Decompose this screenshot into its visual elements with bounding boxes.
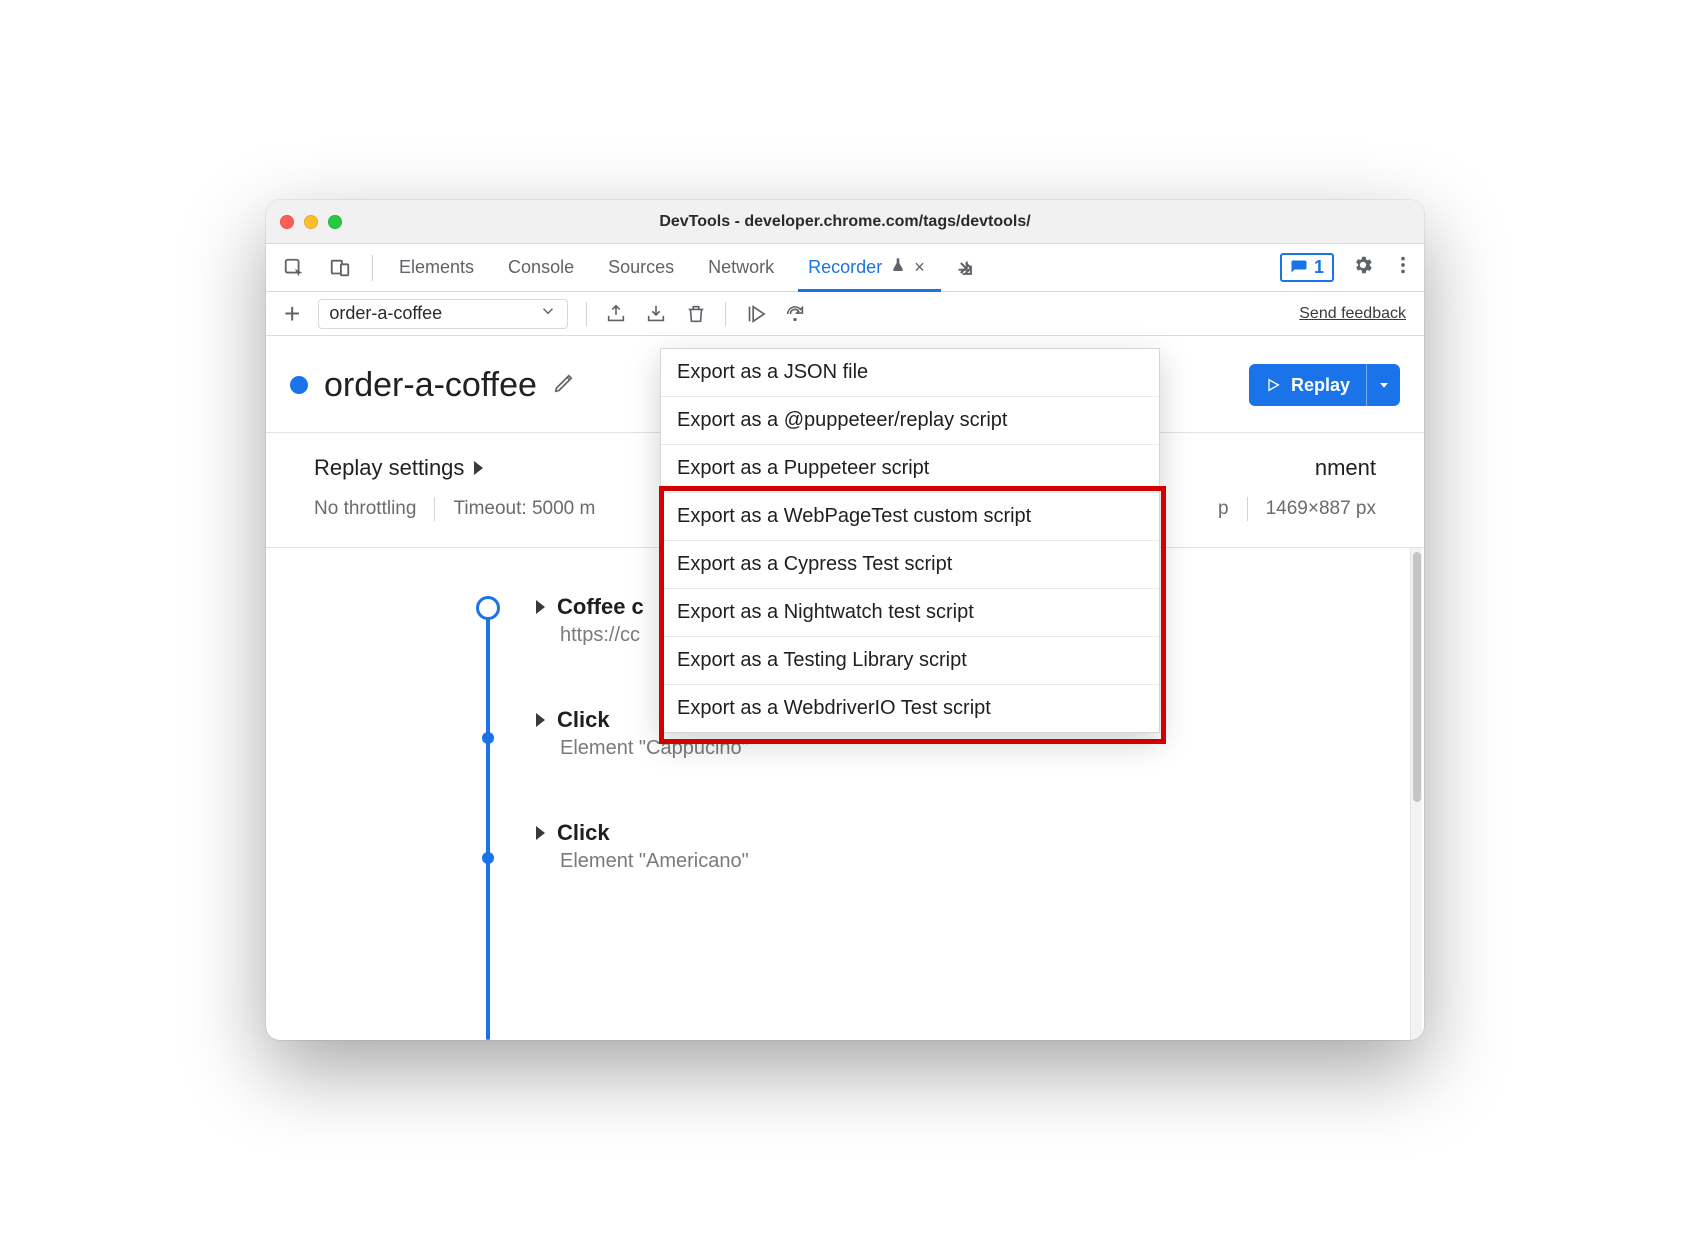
window-title: DevTools - developer.chrome.com/tags/dev… [266, 213, 1424, 231]
export-menu-item[interactable]: Export as a WebPageTest custom script [661, 493, 1159, 541]
device-toggle-icon[interactable] [326, 244, 354, 291]
delete-button[interactable] [685, 303, 707, 325]
edit-title-button[interactable] [553, 372, 575, 399]
environment-label-fragment: nment [1315, 455, 1376, 481]
viewport-size: 1469×887 px [1266, 498, 1376, 520]
titlebar: DevTools - developer.chrome.com/tags/dev… [266, 200, 1424, 244]
close-tab-icon[interactable]: × [914, 257, 925, 278]
replay-label: Replay [1291, 375, 1350, 396]
expand-icon[interactable] [536, 600, 545, 614]
export-button[interactable] [605, 303, 627, 325]
export-menu-item[interactable]: Export as a Cypress Test script [661, 541, 1159, 589]
caret-right-icon [474, 461, 483, 475]
recording-title: order-a-coffee [324, 366, 537, 405]
timeline-dot-icon [482, 852, 494, 864]
tab-console[interactable]: Console [500, 244, 582, 291]
step-over-button[interactable] [784, 303, 806, 325]
recorder-toolbar: + order-a-coffee [266, 292, 1424, 336]
step-row[interactable]: Click Element "Americano" [536, 820, 1364, 873]
add-recording-button[interactable]: + [284, 300, 300, 328]
separator [372, 255, 373, 281]
tab-label: Sources [608, 257, 674, 278]
step-subtitle: Element "Americano" [536, 850, 1364, 873]
issues-icon [1290, 259, 1308, 277]
export-menu-item[interactable]: Export as a WebdriverIO Test script [661, 685, 1159, 732]
export-menu-item[interactable]: Export as a Testing Library script [661, 637, 1159, 685]
export-menu-item[interactable]: Export as a @puppeteer/replay script [661, 397, 1159, 445]
separator [586, 302, 587, 326]
replay-options-button[interactable] [1366, 364, 1400, 406]
play-icon [1265, 377, 1281, 393]
step-subtitle: Element "Cappucino" [536, 737, 1364, 760]
export-menu: Export as a JSON file Export as a @puppe… [660, 348, 1160, 733]
send-feedback-link[interactable]: Send feedback [1299, 305, 1406, 323]
devtools-window: DevTools - developer.chrome.com/tags/dev… [266, 200, 1424, 1040]
main-menu-icon[interactable] [1392, 254, 1414, 281]
export-menu-item[interactable]: Export as a Nightwatch test script [661, 589, 1159, 637]
tab-elements[interactable]: Elements [391, 244, 482, 291]
chevron-down-icon [539, 302, 557, 325]
replay-button[interactable]: Replay [1249, 364, 1366, 406]
settings-gear-icon[interactable] [1352, 254, 1374, 281]
separator [725, 302, 726, 326]
step-title: Click [557, 707, 610, 733]
recording-status-icon [290, 376, 308, 394]
scrollbar-thumb[interactable] [1413, 552, 1421, 802]
export-menu-item[interactable]: Export as a JSON file [661, 349, 1159, 397]
timeline-start-icon [476, 596, 500, 620]
caret-down-icon [1376, 377, 1392, 393]
more-tabs-icon[interactable] [951, 244, 979, 291]
scrollbar[interactable] [1410, 548, 1422, 1040]
step-title: Click [557, 820, 610, 846]
step-title: Coffee c [557, 594, 644, 620]
timeline-rail [486, 610, 490, 1040]
timeline-dot-icon [482, 732, 494, 744]
throttling-value[interactable]: No throttling [314, 498, 416, 520]
replay-settings-label[interactable]: Replay settings [314, 455, 464, 481]
expand-icon[interactable] [536, 713, 545, 727]
issues-count: 1 [1314, 257, 1324, 278]
flask-icon [890, 257, 906, 278]
tab-label: Elements [399, 257, 474, 278]
expand-icon[interactable] [536, 826, 545, 840]
inspect-icon[interactable] [280, 244, 308, 291]
continue-button[interactable] [744, 303, 766, 325]
tab-label: Console [508, 257, 574, 278]
separator [434, 497, 435, 521]
viewport-fragment-1: p [1218, 498, 1229, 520]
export-menu-item[interactable]: Export as a Puppeteer script [661, 445, 1159, 493]
tab-label: Recorder [808, 257, 882, 278]
recording-select-value: order-a-coffee [329, 303, 442, 324]
devtools-tabs: Elements Console Sources Network Recorde… [266, 244, 1424, 292]
separator [1247, 497, 1248, 521]
recording-select[interactable]: order-a-coffee [318, 299, 568, 329]
tab-sources[interactable]: Sources [600, 244, 682, 291]
timeout-value[interactable]: Timeout: 5000 m [453, 498, 595, 520]
tab-label: Network [708, 257, 774, 278]
replay-button-group: Replay [1249, 364, 1400, 406]
tab-network[interactable]: Network [700, 244, 782, 291]
import-button[interactable] [645, 303, 667, 325]
tab-recorder[interactable]: Recorder × [800, 244, 933, 291]
issues-badge[interactable]: 1 [1280, 253, 1334, 282]
